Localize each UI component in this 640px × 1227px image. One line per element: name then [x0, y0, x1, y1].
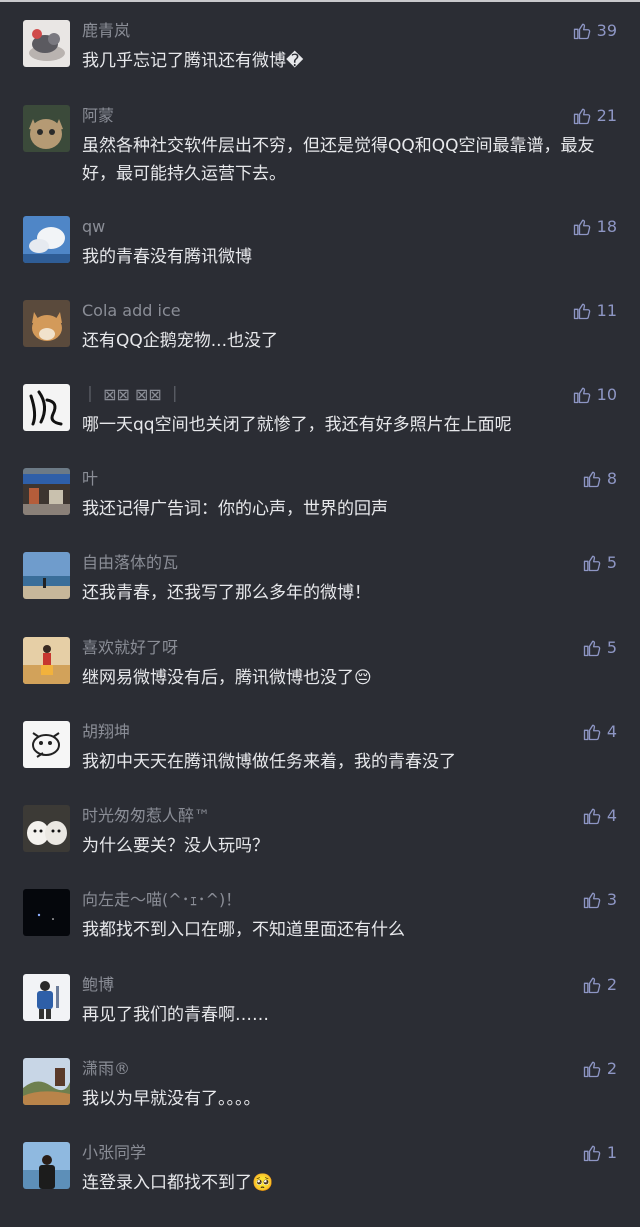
- thumbs-up-icon: [573, 387, 590, 404]
- thumbs-up-icon: [573, 23, 590, 40]
- comment-text: 再见了我们的青春啊……: [82, 1005, 269, 1025]
- like-button[interactable]: 5: [582, 552, 617, 574]
- bottom-edge: [0, 1213, 640, 1227]
- comment-text: 为什么要关？没人玩吗？: [82, 836, 269, 856]
- hills-icon[interactable]: [23, 1058, 70, 1105]
- like-count: 2: [606, 975, 617, 994]
- comment-text: 我都找不到入口在哪，不知道里面还有什么: [82, 920, 405, 940]
- thumbs-up-icon: [583, 724, 601, 741]
- comment-text: 我以为早就没有了。。。。: [82, 1089, 261, 1109]
- like-count: 8: [606, 469, 617, 488]
- comment-username[interactable]: 鲍博: [82, 975, 114, 995]
- doodle-face-icon[interactable]: [23, 721, 70, 768]
- calligraphy-icon[interactable]: [23, 384, 70, 431]
- like-button[interactable]: 39: [572, 20, 617, 42]
- comment-username[interactable]: 向左走～喵(^･ｪ･^)！: [82, 890, 241, 910]
- like-count: 2: [606, 1059, 617, 1078]
- like-button[interactable]: 8: [582, 468, 617, 490]
- backpacker-icon[interactable]: [23, 974, 70, 1021]
- comment-text: 还我青春，还我写了那么多年的微博！: [82, 583, 371, 603]
- comment-username[interactable]: 阿蒙: [82, 106, 114, 126]
- like-count: 10: [596, 385, 617, 404]
- thumbs-up-icon: [583, 555, 601, 572]
- like-button[interactable]: 18: [572, 216, 617, 238]
- like-button[interactable]: 2: [582, 1058, 617, 1080]
- comment-text: 我初中天天在腾讯微博做任务来着，我的青春没了: [82, 752, 456, 772]
- comment-text: 还有QQ企鹅宠物...也没了: [82, 331, 278, 351]
- like-button[interactable]: 11: [572, 300, 617, 322]
- top-divider: [0, 0, 640, 2]
- like-button[interactable]: 3: [582, 889, 617, 911]
- like-button[interactable]: 21: [572, 105, 617, 127]
- thumbs-up-icon: [583, 808, 601, 825]
- like-count: 4: [606, 722, 617, 741]
- comment-username[interactable]: 时光匆匆惹人醉™: [82, 806, 210, 826]
- street-shop-icon[interactable]: [23, 468, 70, 515]
- comment-text: 连登录入口都找不到了🥺: [82, 1173, 274, 1193]
- comment-username[interactable]: 叶: [82, 469, 98, 489]
- like-count: 11: [596, 301, 617, 320]
- person-beach-icon[interactable]: [23, 1142, 70, 1189]
- like-button[interactable]: 5: [582, 637, 617, 659]
- like-count: 5: [606, 638, 617, 657]
- comment-username[interactable]: 鹿青岚: [82, 21, 130, 41]
- like-count: 1: [606, 1143, 617, 1162]
- comment-text: 我还记得广告词：你的心声，世界的回声: [82, 499, 388, 519]
- thumbs-up-icon: [573, 108, 590, 125]
- like-count: 18: [596, 217, 617, 236]
- like-count: 5: [606, 553, 617, 572]
- thumbs-up-icon: [583, 471, 601, 488]
- thumbs-up-icon: [583, 892, 601, 909]
- comment-username[interactable]: 胡翔坤: [82, 722, 130, 742]
- thumbs-up-icon: [583, 640, 601, 657]
- comment-username[interactable]: qw: [82, 217, 105, 237]
- thumbs-up-icon: [583, 1145, 601, 1162]
- comment-text: 虽然各种社交软件层出不穷，但还是觉得QQ和QQ空间最靠谱，最友好，最可能持久运营…: [82, 136, 595, 184]
- like-button[interactable]: 1: [582, 1142, 617, 1164]
- cat-icon[interactable]: [23, 105, 70, 152]
- like-button[interactable]: 10: [572, 384, 617, 406]
- like-count: 3: [606, 890, 617, 909]
- comment-text: 继网易微博没有后，腾讯微博也没了😔: [82, 668, 372, 688]
- thumbs-up-icon: [583, 977, 601, 994]
- beach-icon[interactable]: [23, 552, 70, 599]
- comment-username[interactable]: 喜欢就好了呀: [82, 638, 178, 658]
- like-count: 4: [606, 806, 617, 825]
- comment-username[interactable]: ｜ ⊠⊠ ⊠⊠ ｜: [82, 385, 183, 405]
- like-button[interactable]: 2: [582, 974, 617, 996]
- puppies-icon[interactable]: [23, 805, 70, 852]
- comment-username[interactable]: 小张同学: [82, 1143, 146, 1163]
- comment-username[interactable]: Cola add ice: [82, 301, 181, 321]
- thumbs-up-icon: [573, 303, 590, 320]
- cloud-sky-icon[interactable]: [23, 216, 70, 263]
- dark-space-icon[interactable]: [23, 889, 70, 936]
- comment-text: 哪一天qq空间也关闭了就惨了，我还有好多照片在上面呢: [82, 415, 512, 435]
- like-button[interactable]: 4: [582, 721, 617, 743]
- thumbs-up-icon: [583, 1061, 601, 1078]
- comment-text: 我的青春没有腾讯微博: [82, 247, 252, 267]
- shiba-dog-icon[interactable]: [23, 300, 70, 347]
- thumbs-up-icon: [573, 219, 590, 236]
- comment-text: 我几乎忘记了腾讯还有微博�: [82, 51, 304, 71]
- like-count: 39: [596, 21, 617, 40]
- seal-with-ball-icon[interactable]: [23, 20, 70, 67]
- comment-username[interactable]: 潇雨®: [82, 1059, 130, 1079]
- like-count: 21: [596, 106, 617, 125]
- like-button[interactable]: 4: [582, 805, 617, 827]
- field-person-icon[interactable]: [23, 637, 70, 684]
- comment-username[interactable]: 自由落体的瓦: [82, 553, 178, 573]
